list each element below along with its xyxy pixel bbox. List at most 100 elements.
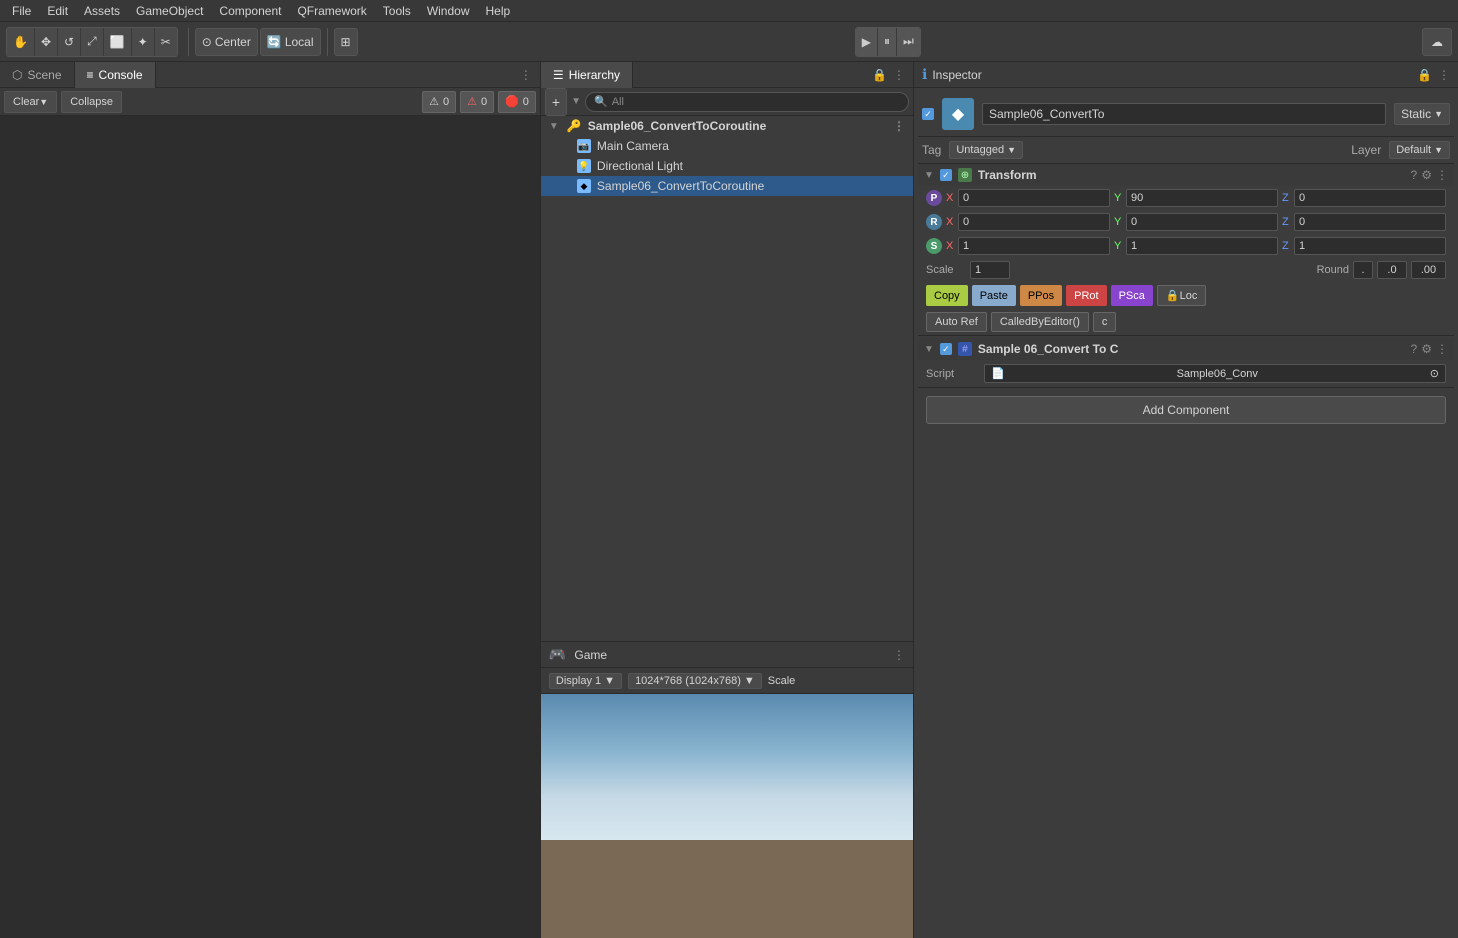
hierarchy-root[interactable]: ▼ 🔑 Sample06_ConvertToCoroutine ⋮ — [541, 116, 913, 136]
menu-assets[interactable]: Assets — [76, 0, 128, 22]
c-btn[interactable]: c — [1093, 312, 1117, 332]
transform-more[interactable]: ⋮ — [1436, 168, 1448, 182]
add-component-btn[interactable]: Add Component — [926, 396, 1446, 424]
rot-z-input[interactable] — [1294, 213, 1446, 231]
copy-btn[interactable]: Copy — [926, 285, 968, 306]
script-enabled[interactable]: ✓ — [940, 343, 952, 355]
rot-y-field: Y — [1114, 213, 1278, 231]
script-help[interactable]: ? — [1411, 342, 1418, 356]
tab-console[interactable]: ≡ Console — [75, 62, 156, 88]
object-enabled[interactable]: ✓ — [922, 108, 934, 120]
menu-qframework[interactable]: QFramework — [289, 0, 374, 22]
transform-header[interactable]: ▼ ✓ ⊕ Transform ? ⚙ ⋮ — [918, 164, 1454, 186]
game-more[interactable]: ⋮ — [893, 648, 905, 662]
inspector-header: ✓ ◆ Static ▼ — [918, 92, 1454, 137]
transform-collapse: ▼ — [924, 170, 934, 181]
rot-x-input[interactable] — [958, 213, 1110, 231]
root-more[interactable]: ⋮ — [893, 119, 905, 133]
menu-component[interactable]: Component — [211, 0, 289, 22]
script-settings[interactable]: ⚙ — [1421, 342, 1432, 356]
menu-edit[interactable]: Edit — [39, 0, 76, 22]
hierarchy-content[interactable]: ▼ 🔑 Sample06_ConvertToCoroutine ⋮ 📷 Main… — [541, 116, 913, 641]
local-btn[interactable]: 🔄 Local — [260, 28, 321, 56]
display-chevron: ▼ — [604, 675, 615, 687]
inspector-lock[interactable]: 🔒 — [1417, 68, 1432, 82]
round-dblzero-input[interactable] — [1411, 261, 1446, 279]
scale-z-input[interactable] — [1294, 237, 1446, 255]
scale-tool[interactable]: ⤢ — [81, 28, 103, 56]
pos-x-input[interactable] — [958, 189, 1110, 207]
game-actions: ⋮ — [893, 648, 905, 662]
inspector-more[interactable]: ⋮ — [1438, 68, 1450, 82]
rect-tool[interactable]: ⬜ — [104, 28, 131, 56]
menu-help[interactable]: Help — [478, 0, 519, 22]
hierarchy-main-camera[interactable]: 📷 Main Camera — [541, 136, 913, 156]
transform-buttons-row2: Auto Ref CalledByEditor() c — [918, 309, 1454, 335]
rotate-tool[interactable]: ↺ — [58, 28, 80, 56]
prot-btn[interactable]: PRot — [1066, 285, 1106, 306]
tab-scene[interactable]: ⬡ Scene — [0, 62, 75, 88]
tab-more[interactable]: ⋮ — [512, 68, 540, 82]
collapse-btn[interactable]: Collapse — [61, 91, 122, 113]
custom-tool[interactable]: ✂ — [155, 28, 177, 56]
scale-val-input[interactable] — [970, 261, 1010, 279]
autoref-btn[interactable]: Auto Ref — [926, 312, 987, 332]
step-btn[interactable]: ⏭ — [897, 28, 920, 56]
script-header[interactable]: ▼ ✓ # Sample 06_Convert To C ? ⚙ ⋮ — [918, 338, 1454, 360]
clear-btn[interactable]: Clear ▼ — [4, 91, 57, 113]
hierarchy-directional-light[interactable]: 💡 Directional Light — [541, 156, 913, 176]
tag-dropdown[interactable]: Untagged ▼ — [949, 141, 1023, 159]
transform-enabled[interactable]: ✓ — [940, 169, 952, 181]
game-tab-label[interactable]: Game — [574, 648, 607, 662]
clear-chevron: ▼ — [39, 97, 48, 107]
round-dot-input[interactable] — [1353, 261, 1373, 279]
object-name-input[interactable] — [982, 103, 1386, 125]
display-dropdown[interactable]: Display 1 ▼ — [549, 673, 622, 689]
menu-file[interactable]: File — [4, 0, 39, 22]
ppos-btn[interactable]: PPos — [1020, 285, 1062, 306]
round-zero-input[interactable] — [1377, 261, 1407, 279]
transform-help[interactable]: ? — [1411, 168, 1418, 182]
scale-y-input[interactable] — [1126, 237, 1278, 255]
menu-gameobject[interactable]: GameObject — [128, 0, 211, 22]
hierarchy-sample-object[interactable]: ◆ Sample06_ConvertToCoroutine — [541, 176, 913, 196]
pos-y-input[interactable] — [1126, 189, 1278, 207]
hierarchy-search[interactable]: 🔍 All — [585, 92, 909, 112]
called-btn[interactable]: CalledByEditor() — [991, 312, 1089, 332]
transform-tool[interactable]: ✦ — [132, 28, 154, 56]
console-content[interactable] — [0, 116, 540, 938]
tab-hierarchy[interactable]: ☰ Hierarchy — [541, 62, 633, 88]
static-dropdown[interactable]: Static ▼ — [1394, 103, 1450, 125]
position-xyz: X Y Z — [946, 189, 1446, 207]
center-btn[interactable]: ⊙ Center — [195, 28, 258, 56]
menu-tools[interactable]: Tools — [375, 0, 419, 22]
sep1 — [188, 28, 189, 56]
move-tool[interactable]: ✥ — [35, 28, 57, 56]
left-panel: ⬡ Scene ≡ Console ⋮ Clear ▼ Collapse ⚠ 0 — [0, 62, 541, 938]
rot-y-input[interactable] — [1126, 213, 1278, 231]
hierarchy-more[interactable]: ⋮ — [893, 68, 905, 82]
menu-window[interactable]: Window — [419, 0, 478, 22]
grid-btn[interactable]: ⊞ — [334, 28, 358, 56]
hierarchy-lock[interactable]: 🔒 — [872, 68, 887, 82]
rotation-xyz: X Y Z — [946, 213, 1446, 231]
paste-btn[interactable]: Paste — [972, 285, 1016, 306]
hand-tool[interactable]: ✋ — [7, 28, 34, 56]
script-more[interactable]: ⋮ — [1436, 342, 1448, 356]
ploc-btn[interactable]: 🔒Loc — [1157, 285, 1206, 306]
console-tab-icon: ≡ — [87, 68, 94, 82]
transform-settings[interactable]: ⚙ — [1421, 168, 1432, 182]
error-count: 0 — [481, 96, 487, 108]
script-value[interactable]: 📄 Sample06_Conv ⊙ — [984, 364, 1446, 383]
add-object-btn[interactable]: + — [545, 88, 567, 116]
inspector-tab[interactable]: ℹ Inspector — [922, 66, 1417, 83]
pause-btn[interactable]: ⏸ — [878, 28, 896, 56]
script-component-name: Sample 06_Convert To C — [978, 342, 1405, 356]
pos-z-input[interactable] — [1294, 189, 1446, 207]
layer-dropdown[interactable]: Default ▼ — [1389, 141, 1450, 159]
play-btn[interactable]: ▶ — [856, 28, 877, 56]
resolution-dropdown[interactable]: 1024*768 (1024x768) ▼ — [628, 673, 762, 689]
cloud-btn[interactable]: ☁ — [1422, 28, 1452, 56]
scale-x-input[interactable] — [958, 237, 1110, 255]
psca-btn[interactable]: PSca — [1111, 285, 1153, 306]
